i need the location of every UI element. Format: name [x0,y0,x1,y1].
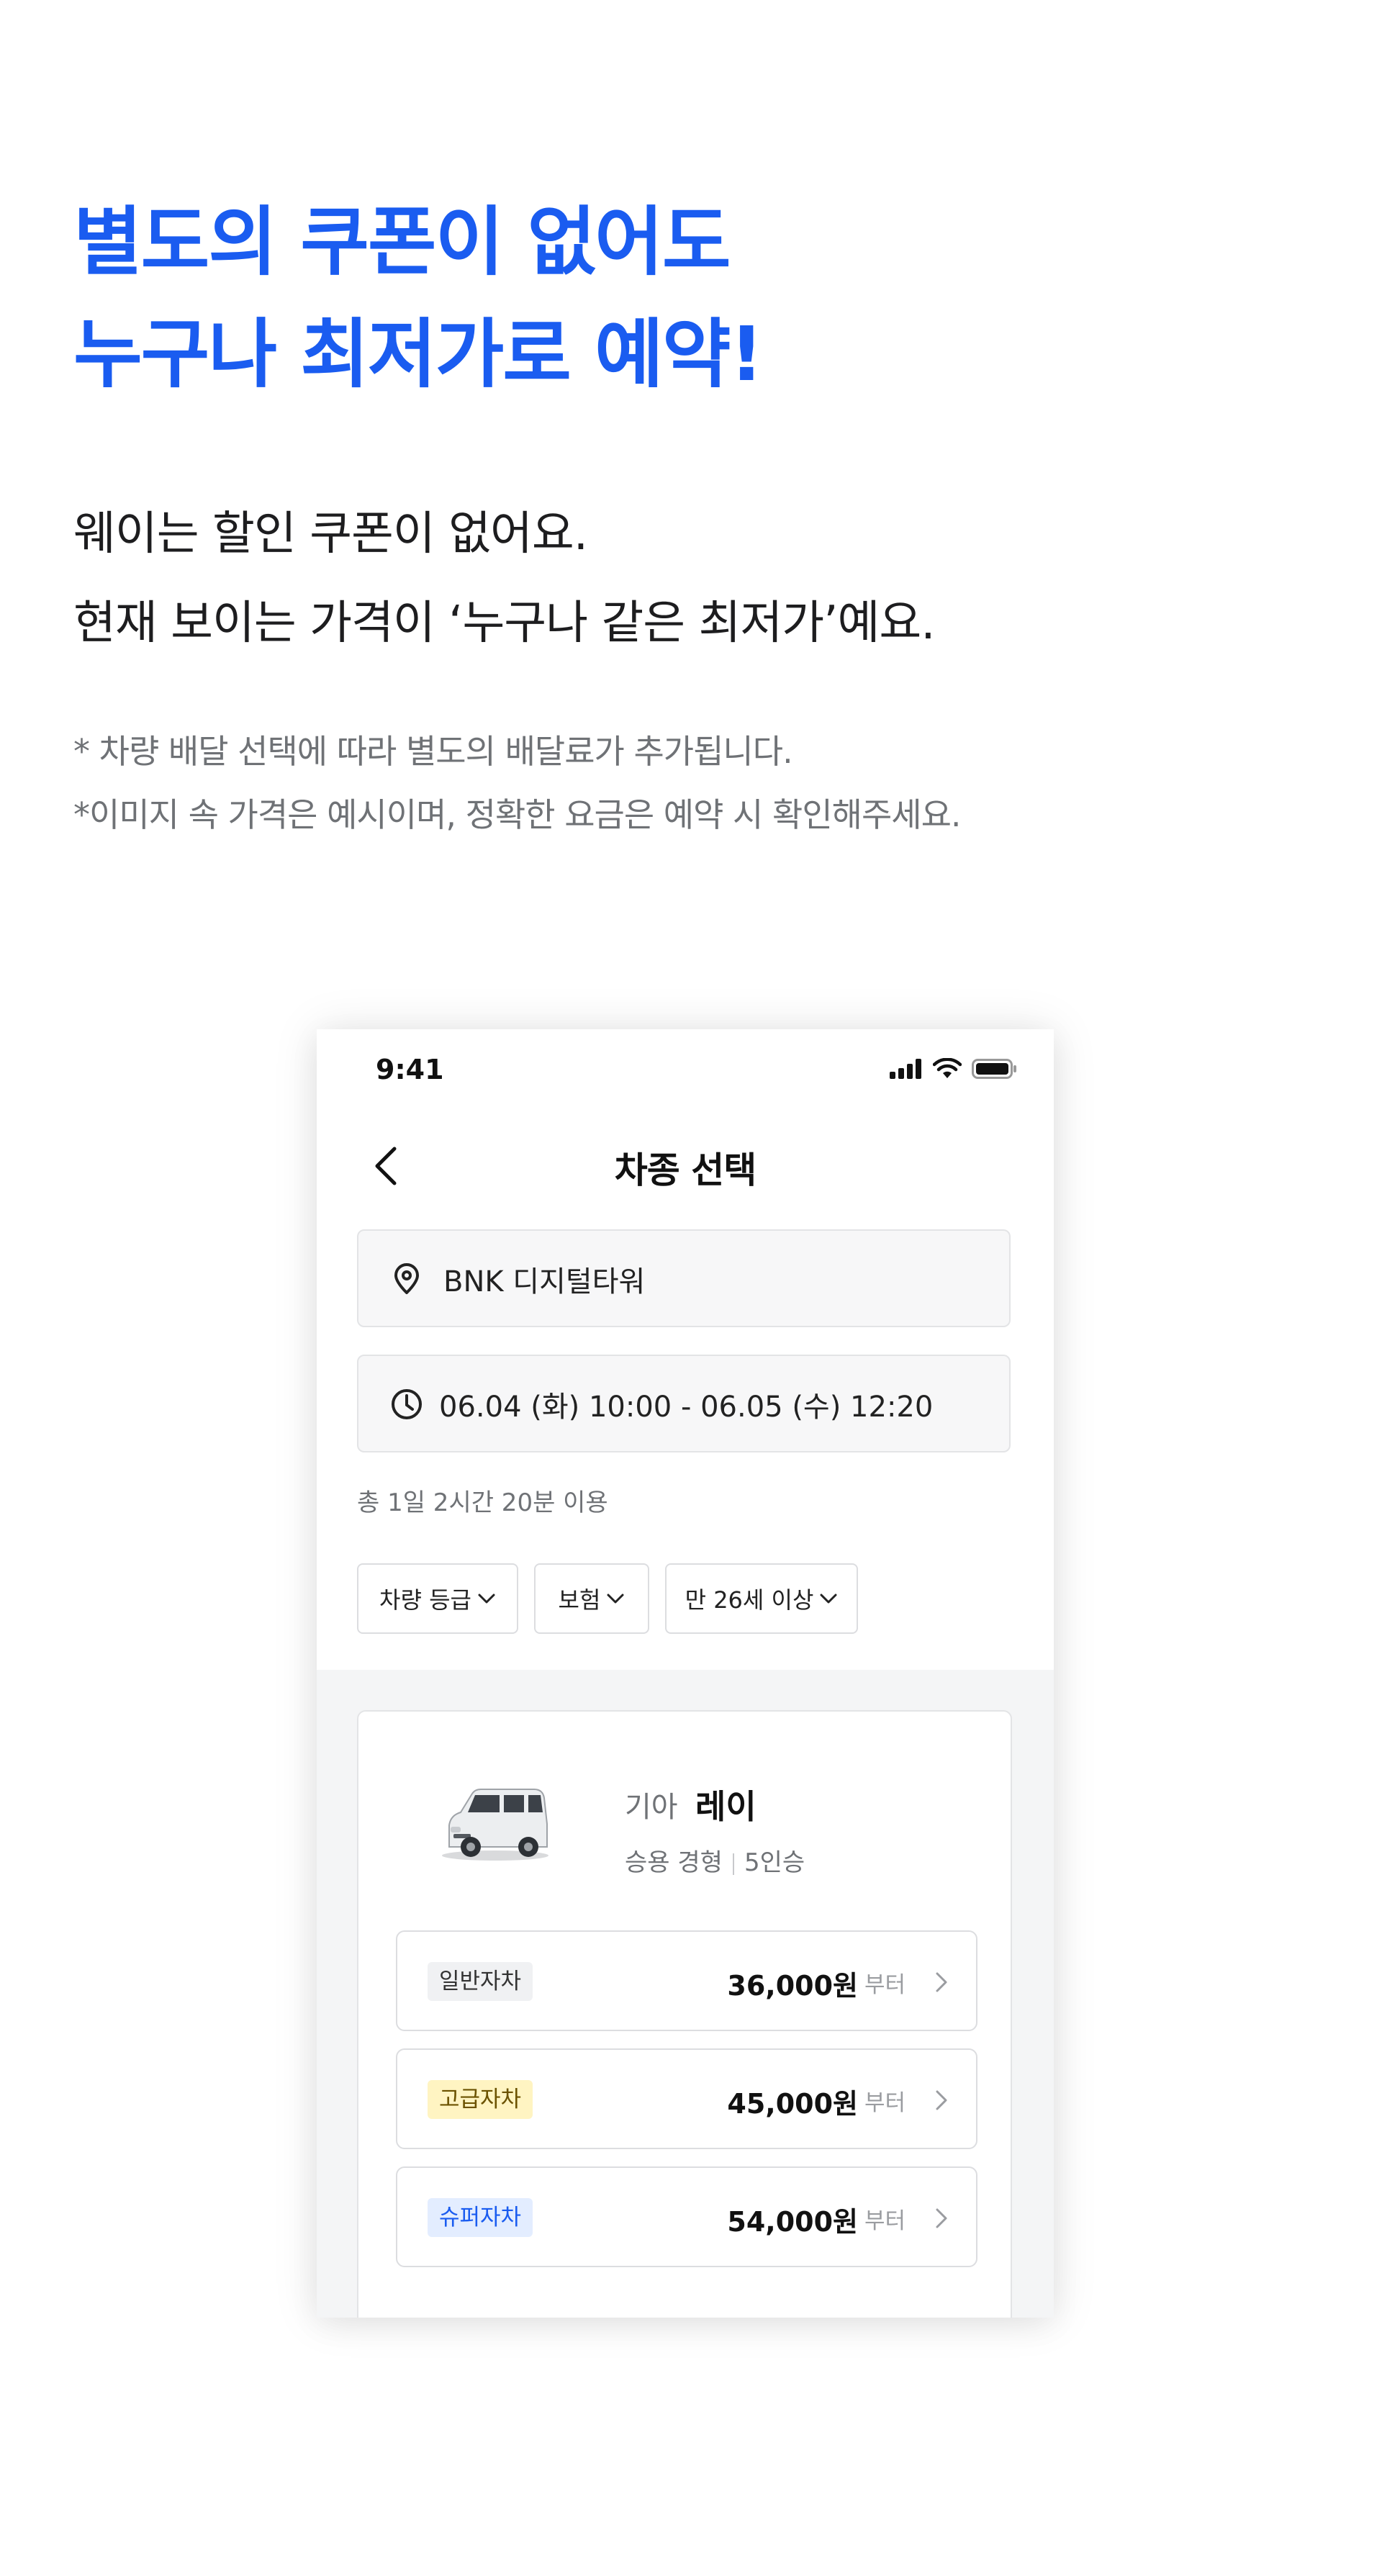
location-value: BNK 디지털타워 [443,1265,646,1298]
datetime-field[interactable]: 06.04 (화) 10:00 - 06.05 (수) 12:20 [357,1355,1011,1452]
signal-icon [890,1059,921,1079]
price-suffix: 부터 [864,2208,905,2234]
insurance-badge: 슈퍼자차 [428,2198,533,2237]
headline-line-2: 누구나 최저가로 예약! [73,310,764,398]
option-price: 36,000원 [727,1970,858,2002]
footnote-2: *이미지 속 가격은 예시이며, 정확한 요금은 예약 시 확인해주세요. [73,795,962,834]
filter-driver-age[interactable]: 만 26세 이상 [665,1563,858,1634]
headline: 별도의 쿠폰이 없어도 누구나 최저가로 예약! [73,186,764,410]
car-brand: 기아 [625,1791,678,1824]
status-icons [890,1058,1018,1080]
chevron-right-icon [936,2208,947,2228]
price-suffix: 부터 [864,2090,905,2116]
location-field[interactable]: BNK 디지털타워 [357,1229,1011,1327]
car-model: 레이 [695,1787,757,1826]
location-pin-icon [394,1263,419,1294]
insurance-badge: 일반자차 [428,1962,533,2001]
price-option-standard[interactable]: 일반자차 36,000원 부터 [396,1930,977,2031]
price-option-premium[interactable]: 고급자차 45,000원 부터 [396,2048,977,2149]
car-spec: 승용 경형 5인승 [625,1843,805,1878]
description-line-1: 웨이는 할인 쿠폰이 없어요. [73,507,588,561]
filter-label: 보험 [558,1586,601,1614]
usage-duration: 총 1일 2시간 20분 이용 [357,1488,608,1517]
description-line-2: 현재 보이는 가격이 ‘누구나 같은 최저가’예요. [73,597,936,650]
wifi-icon [933,1058,962,1078]
status-bar: 9:41 [317,1029,1054,1116]
price-option-super[interactable]: 슈퍼자차 54,000원 부터 [396,2166,977,2267]
price-suffix: 부터 [864,1972,905,1998]
chevron-down-icon [478,1594,495,1604]
battery-icon [972,1059,1016,1079]
phone-mockup: 9:41 차종 선택 BNK 디지털타워 06.04 (화) 10:00 - 0… [317,1029,1054,2318]
headline-line-1: 별도의 쿠폰이 없어도 [73,198,731,286]
page-title: 차종 선택 [614,1149,757,1191]
description: 웨이는 할인 쿠폰이 없어요. 현재 보이는 가격이 ‘누구나 같은 최저가’예… [73,489,936,668]
footnotes: * 차량 배달 선택에 따라 별도의 배달료가 추가됩니다. *이미지 속 가격… [73,720,962,846]
clock-icon [392,1389,422,1419]
filter-label: 차량 등급 [379,1586,471,1614]
chevron-right-icon [936,1972,947,1992]
chevron-down-icon [820,1594,837,1604]
car-card: 기아 레이 승용 경형 5인승 일반자차 36,000원 부터 고급자차 45,0… [357,1710,1012,2318]
option-price: 54,000원 [727,2206,858,2238]
status-time: 9:41 [376,1054,444,1085]
option-price: 45,000원 [727,2088,858,2120]
datetime-value: 06.04 (화) 10:00 - 06.05 (수) 12:20 [439,1391,934,1424]
filter-car-grade[interactable]: 차량 등급 [357,1563,518,1634]
car-image [442,1789,548,1861]
chevron-right-icon [936,2090,947,2110]
footnote-1: * 차량 배달 선택에 따라 별도의 배달료가 추가됩니다. [73,732,793,771]
filter-insurance[interactable]: 보험 [534,1563,649,1634]
divider [732,1853,734,1875]
car-seats: 5인승 [744,1848,805,1877]
chevron-down-icon [607,1594,624,1604]
car-type: 승용 경형 [625,1848,723,1877]
nav-bar: 차종 선택 [317,1116,1054,1209]
insurance-badge: 고급자차 [428,2080,533,2119]
filter-label: 만 26세 이상 [685,1586,814,1614]
